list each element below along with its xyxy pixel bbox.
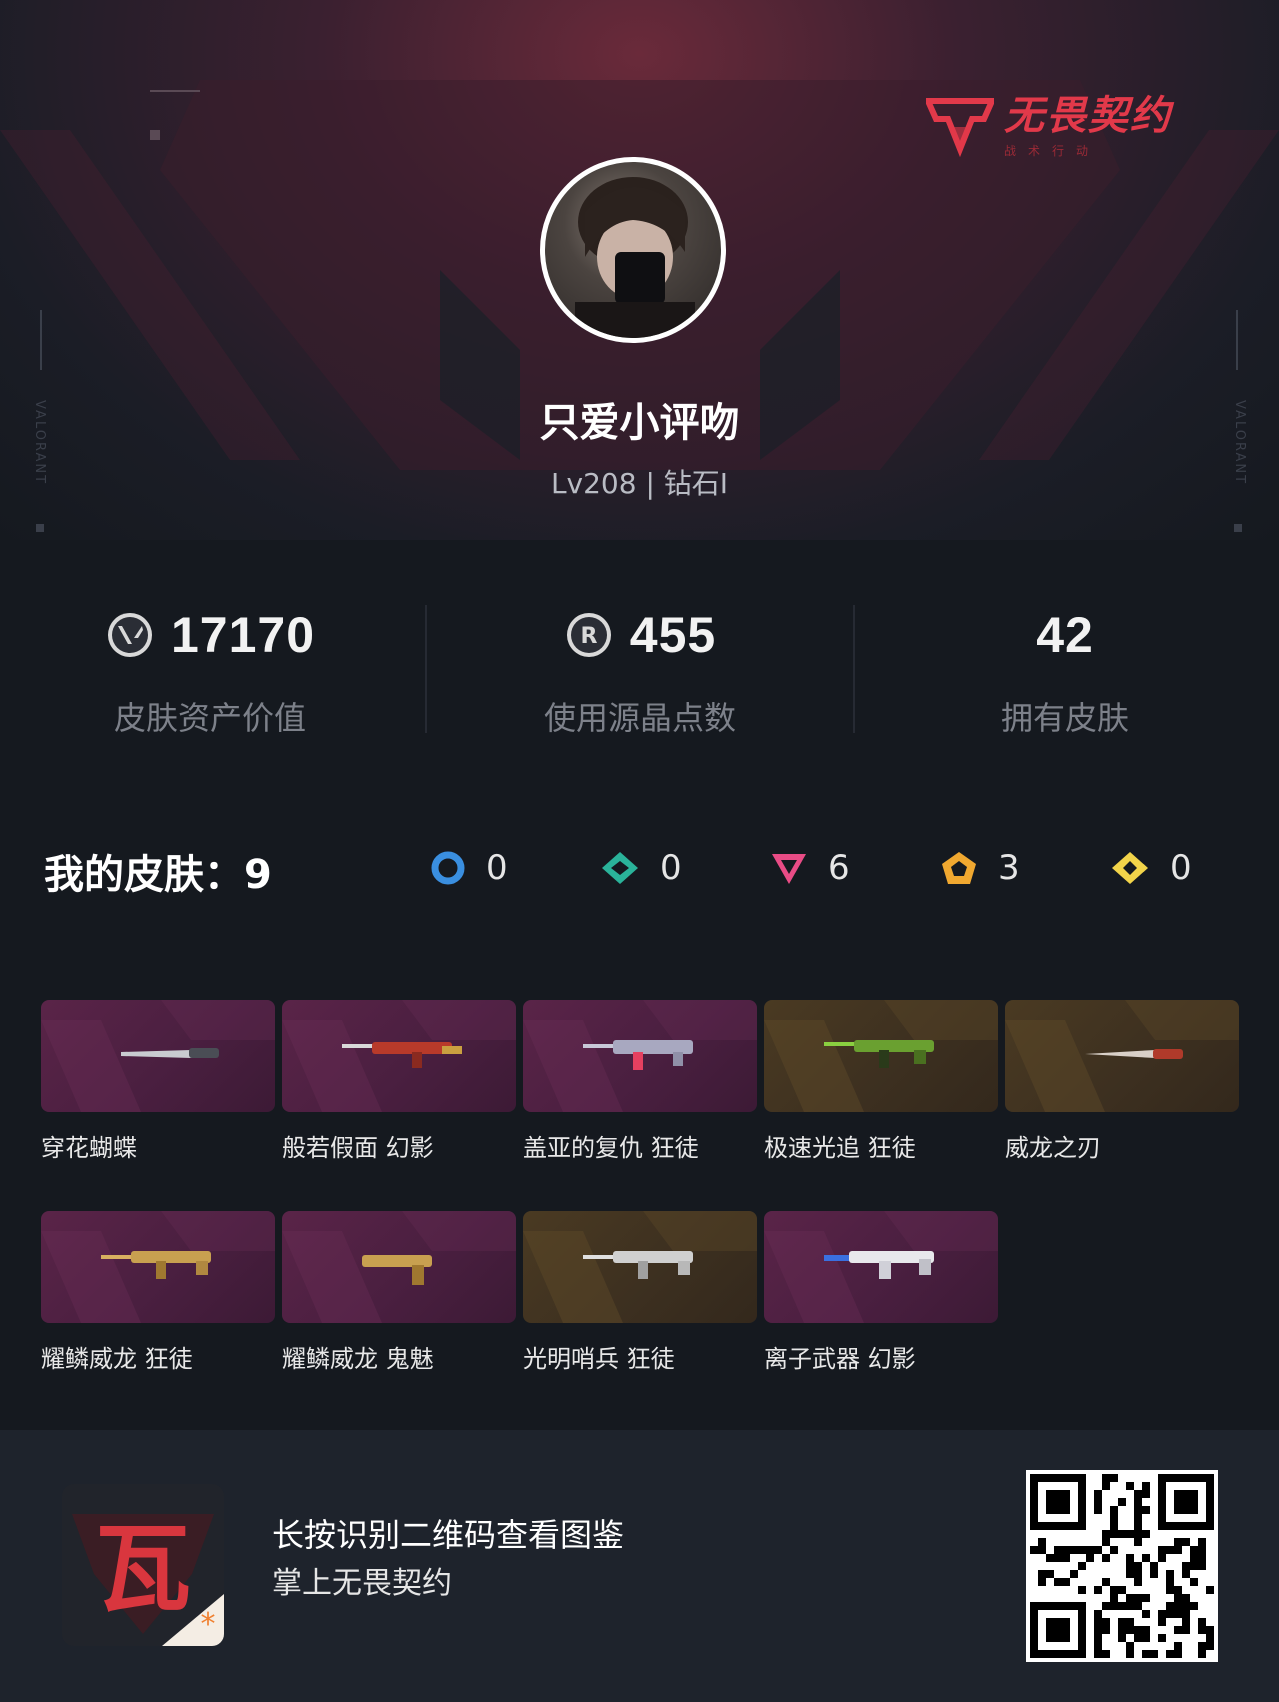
rarity-exclusive: 3 [940,848,1020,888]
select-tier-icon [431,851,465,885]
skin-thumbnail [282,1000,516,1112]
ultra-tier-icon [1112,852,1148,884]
skin-thumbnail [41,1000,275,1112]
stat-value: 42 [1036,607,1094,663]
pistol-icon [362,1255,432,1285]
skin-name: 耀鳞威龙 狂徒 [41,1345,193,1373]
premium-tier-icon [772,854,806,884]
stat-divider [425,605,427,733]
svg-text:*: * [201,1607,216,1642]
stat-value: 17170 [170,607,316,663]
skin-card[interactable]: 极速光追 狂徒 [764,1000,998,1163]
qr-code-pattern [1030,1474,1214,1658]
skin-thumbnail [764,1211,998,1323]
stat-label: 皮肤资产价值 [113,699,306,737]
skin-card[interactable]: 般若假面 幻影 [282,1000,516,1163]
svg-text:R: R [580,624,597,649]
app-logo-icon: 瓦 * [72,1513,224,1646]
skin-card[interactable]: 盖亚的复仇 狂徒 [523,1000,757,1163]
app-icon-text: 瓦 [95,1513,191,1625]
rarity-ultra: 0 [1110,848,1192,888]
stat-value: 455 [629,607,717,663]
knife-icon [121,1048,219,1058]
rarity-count: 0 [1170,848,1192,888]
brand-title: 无畏契约 [1004,93,1172,139]
skin-card[interactable]: 离子武器 幻影 [764,1211,998,1374]
exclusive-tier-icon [942,852,976,884]
skin-card[interactable]: 穿花蝴蝶 [41,1000,275,1163]
rarity-select: 0 [430,848,508,888]
skin-thumbnail [41,1211,275,1323]
footer-banner: 瓦 * 长按识别二维码查看图鉴 掌上无畏契约 [0,1430,1279,1702]
stat-label: 拥有皮肤 [1000,699,1129,737]
knife-icon [1085,1049,1183,1059]
stat-radianite: R 455 使用源晶点数 [430,605,850,739]
stat-label: 使用源晶点数 [543,699,736,737]
level-rank: Lv208 | 钻石I [550,467,729,500]
skin-thumbnail [523,1211,757,1323]
skin-thumbnail [1005,1000,1239,1112]
stat-skins-owned: 42 拥有皮肤 [855,605,1275,739]
stat-skin-value: 17170 皮肤资产价值 [0,605,420,739]
rarity-premium: 6 [770,848,850,888]
radianite-points-icon: R [566,613,611,657]
skin-thumbnail [764,1000,998,1112]
brand-logo: 无畏契约 战术行动 [926,96,1172,159]
avatar-photo [575,177,695,338]
qr-code[interactable] [1026,1470,1218,1662]
skin-card[interactable]: 耀鳞威龙 狂徒 [41,1211,275,1374]
avatar[interactable] [540,157,726,343]
skin-card[interactable]: 光明哨兵 狂徒 [523,1211,757,1374]
skin-card[interactable]: 威龙之刃 [1005,1000,1239,1163]
rarity-deluxe: 0 [600,848,682,888]
deluxe-tier-icon [602,852,638,884]
footer-qr-hint: 长按识别二维码查看图鉴 [272,1516,625,1554]
skin-name: 极速光追 狂徒 [764,1134,916,1162]
app-icon[interactable]: 瓦 * [62,1484,224,1646]
brand-v-icon [926,97,994,157]
rarity-count: 0 [660,848,682,888]
skin-name: 离子武器 幻影 [764,1345,916,1373]
skin-name: 光明哨兵 狂徒 [523,1345,675,1373]
footer-app-name: 掌上无畏契约 [272,1566,452,1601]
skin-name: 威龙之刃 [1005,1134,1101,1162]
rarity-count: 3 [998,848,1020,888]
skin-thumbnail [282,1211,516,1323]
skin-name: 般若假面 幻影 [282,1134,434,1162]
skin-thumbnail [523,1000,757,1112]
username: 只爱小评吻 [539,400,740,446]
brand-subtitle: 战术行动 [1004,144,1101,158]
skin-name: 盖亚的复仇 狂徒 [523,1134,699,1162]
rarity-count: 0 [486,848,508,888]
rarity-count: 6 [828,848,850,888]
skin-name: 穿花蝴蝶 [41,1134,137,1162]
skin-name: 耀鳞威龙 鬼魅 [282,1345,434,1373]
my-skins-title: 我的皮肤：9 [44,852,272,898]
skin-card[interactable]: 耀鳞威龙 鬼魅 [282,1211,516,1374]
profile-hero: VALORANT VALORANT 无畏契约 战术行动 只爱小评吻 Lv208 … [0,0,1279,540]
valorant-points-icon [107,613,152,657]
